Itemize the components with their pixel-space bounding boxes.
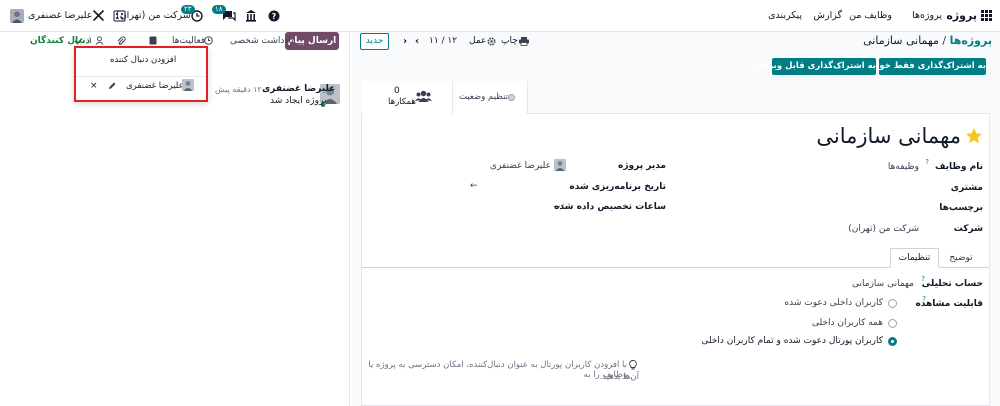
visibility-option-invited-internal[interactable]: کاربران داخلی دعوت شده [784, 298, 883, 308]
visibility-note-line2: آن‌ها بدهید. [599, 372, 639, 382]
favorite-star-icon[interactable] [965, 127, 983, 145]
paperclip-icon[interactable] [116, 36, 126, 46]
company-label: شرکت [953, 224, 983, 234]
apps-grid-icon[interactable] [981, 10, 992, 21]
activity-clock-icon[interactable] [204, 36, 213, 45]
tasks-name-value[interactable]: وظیفه‌ها [888, 162, 919, 172]
breadcrumb-projects[interactable]: پروژه‌ها [950, 34, 992, 47]
activity-count-badge: ۲۳ [181, 5, 195, 14]
visibility-option-portal[interactable]: کاربران پورتال دعوت شده و تمام کاربران د… [701, 336, 883, 346]
tab-description[interactable]: توضیح [939, 248, 983, 268]
breadcrumb: پروژه‌ها / مهمانی سازمانی [863, 34, 992, 47]
menu-my-tasks[interactable]: وظایف من [849, 10, 892, 21]
log-note-button[interactable]: یادداشت شخصی [230, 36, 294, 46]
visibility-option-portal-radio[interactable] [888, 337, 897, 346]
breadcrumb-separator: / [942, 34, 947, 47]
gear-icon[interactable] [487, 37, 496, 46]
new-button[interactable]: جدید [360, 33, 389, 50]
activities-button[interactable]: فعالیت‌ها [172, 36, 205, 46]
users-icon [415, 90, 432, 102]
tools-icon[interactable] [92, 9, 105, 22]
form-sheet: 0 همکارها تنظیم وضعیت مهمانی سازمانی نام… [361, 81, 990, 406]
message-time: - ۱۲ دقیقه پیش [215, 85, 268, 94]
message-body: پروژه ایجاد شد [270, 96, 327, 106]
analytic-account-label: حساب تحلیلی [921, 279, 983, 289]
action-button[interactable]: عمل [469, 36, 486, 46]
planned-date-arrow[interactable]: ← [470, 181, 478, 191]
follower-avatar [182, 79, 194, 91]
menu-reporting[interactable]: گزارش [813, 10, 842, 21]
pager-next-icon[interactable]: › [403, 36, 407, 47]
add-follower-link[interactable]: افزودن دنبال کننده [110, 55, 176, 65]
allocated-hours-value[interactable]: ۰۰:۰۰ [552, 202, 574, 212]
tags-label: برچسب‌ها [939, 203, 983, 213]
company-switcher[interactable]: شرکت من (تهران) [116, 10, 191, 21]
follower-user-icon[interactable] [95, 36, 104, 45]
breadcrumb-current: مهمانی سازمانی [863, 34, 939, 47]
top-navbar: پروژه پروژه‌ها وظایف من گزارش پیکربندی ع… [0, 0, 1000, 32]
visibility-option-all-internal-radio[interactable] [888, 319, 897, 328]
set-status-label: تنظیم وضعیت [459, 92, 509, 102]
visibility-help[interactable]: ? [922, 295, 926, 303]
pager-value[interactable]: ۱۱ / ۱۲ [429, 36, 457, 46]
book-icon[interactable] [149, 36, 157, 45]
menu-configuration[interactable]: پیکربندی [768, 10, 802, 21]
project-manager-value[interactable]: علیرضا غضنفری [490, 161, 551, 171]
visibility-note-line1: با افزودن کاربران پورتال به عنوان دنبال‌… [368, 360, 627, 380]
menu-projects[interactable]: پروژه‌ها [912, 10, 942, 21]
message-count-badge: ۱۸ [212, 5, 226, 14]
print-button[interactable]: چاپ [501, 36, 518, 46]
collaborators-label: همکارها [388, 97, 416, 107]
tasks-name-help[interactable]: ? [925, 158, 929, 166]
lightbulb-icon [629, 360, 637, 370]
company-value[interactable]: شرکت من (تهران) [848, 224, 919, 234]
svg-text:?: ? [272, 12, 277, 21]
brand-label: پروژه [946, 9, 977, 22]
follower-name[interactable]: علیرضا غضنفری [126, 81, 184, 91]
manager-avatar [554, 159, 566, 171]
remove-follower-icon[interactable]: × [90, 81, 98, 91]
collaborators-count: 0 [394, 86, 400, 96]
pager-previous-icon[interactable]: ‹ [415, 36, 419, 47]
visibility-option-invited-internal-radio[interactable] [888, 299, 897, 308]
app-brand[interactable]: پروژه [946, 9, 992, 23]
user-avatar[interactable] [10, 9, 24, 23]
set-status-smart-button[interactable]: تنظیم وضعیت [453, 81, 528, 114]
user-name[interactable]: علیرضا غضنفری [28, 10, 92, 21]
analytic-account-help[interactable]: ? [921, 275, 925, 283]
dropdown-divider [76, 76, 206, 77]
analytic-account-value[interactable]: مهمانی سازمانی [852, 279, 914, 289]
project-manager-label: مدیر پروژه [618, 161, 666, 171]
edit-follower-icon[interactable] [108, 81, 117, 90]
check-icon [74, 37, 83, 45]
building-icon[interactable] [245, 9, 257, 22]
share-editable-button[interactable]: به اشتراک‌گذاری قابل ویرایش [750, 58, 876, 75]
print-icon[interactable] [519, 37, 529, 46]
customer-label: مشتری [950, 183, 983, 193]
tasks-name-label: نام وظایف [934, 162, 983, 172]
tab-settings[interactable]: تنظیمات [890, 248, 939, 268]
message-author[interactable]: علیرضا غضنفری [262, 84, 335, 94]
share-readonly-button[interactable]: به اشتراک‌گذاری فقط خواندنی [857, 58, 986, 75]
collaborators-smart-button[interactable]: 0 همکارها [362, 81, 453, 114]
status-dot-icon [508, 94, 515, 101]
followers-dropdown: افزودن دنبال کننده × علیرضا غضنفری [74, 46, 208, 102]
visibility-option-all-internal[interactable]: همه کاربران داخلی [812, 318, 883, 328]
planned-date-label: تاریخ برنامه‌ریزی شده [569, 182, 666, 192]
help-icon[interactable]: ? [268, 10, 280, 22]
project-title[interactable]: مهمانی سازمانی [816, 124, 961, 148]
